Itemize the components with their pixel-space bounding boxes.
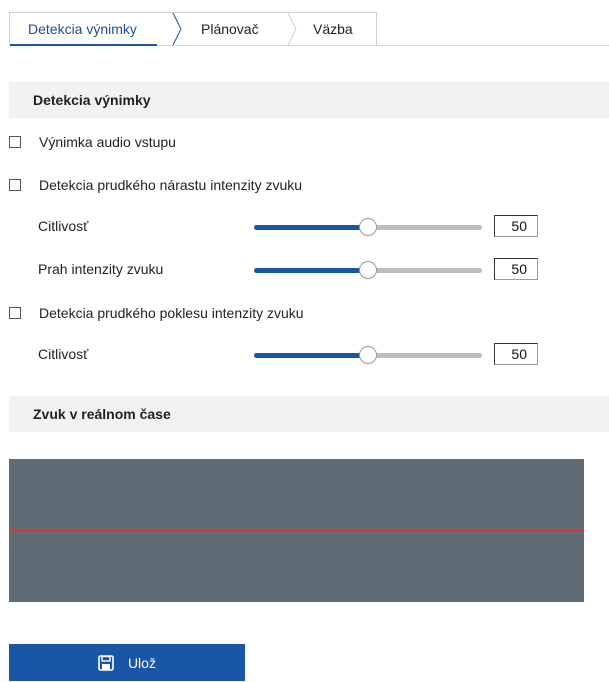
tab-linkage[interactable]: Väzba [313, 13, 353, 45]
slider-fill [254, 268, 368, 273]
slider-row-increase-sensitivity: Citlivosť 50 [38, 215, 598, 239]
section-header-realtime-audio: Zvuk v reálnom čase [9, 396, 609, 432]
sudden-decrease-checkbox[interactable] [9, 307, 21, 319]
tab-bar: Detekcia výnimky Plánovač Väzba [9, 12, 377, 46]
slider-handle[interactable] [359, 218, 377, 236]
save-button-label: Ulož [127, 654, 156, 671]
slider-fill [254, 353, 368, 358]
increase-sensitivity-value[interactable]: 50 [494, 215, 538, 237]
audio-input-exception-label: Výnimka audio vstupu [39, 134, 176, 150]
audio-input-exception-checkbox[interactable] [9, 136, 21, 148]
floppy-disk-icon [98, 655, 114, 672]
decrease-sensitivity-slider[interactable] [254, 346, 482, 364]
slider-row-increase-threshold: Prah intenzity zvuku 50 [38, 258, 598, 282]
audio-level-line [9, 530, 584, 531]
increase-threshold-label: Prah intenzity zvuku [38, 261, 164, 277]
sudden-increase-checkbox[interactable] [9, 179, 21, 191]
increase-threshold-value[interactable]: 50 [494, 258, 538, 280]
decrease-sensitivity-label: Citlivosť [38, 346, 89, 362]
slider-handle[interactable] [359, 346, 377, 364]
increase-threshold-slider[interactable] [254, 261, 482, 279]
tab-strip: Detekcia výnimky Plánovač Väzba [9, 12, 609, 46]
tab-separator-chevron-icon [287, 13, 297, 45]
slider-fill [254, 225, 368, 230]
realtime-audio-graph [9, 459, 584, 602]
tab-separator-chevron-icon [172, 13, 182, 45]
save-button[interactable]: Ulož [9, 644, 245, 681]
sudden-decrease-label: Detekcia prudkého poklesu intenzity zvuk… [39, 305, 304, 321]
tab-exception-detection[interactable]: Detekcia výnimky [10, 13, 157, 46]
sudden-increase-label: Detekcia prudkého nárastu intenzity zvuk… [39, 177, 303, 193]
increase-sensitivity-label: Citlivosť [38, 218, 89, 234]
slider-row-decrease-sensitivity: Citlivosť 50 [38, 343, 598, 367]
increase-sensitivity-slider[interactable] [254, 218, 482, 236]
section-header-exception-detection: Detekcia výnimky [9, 82, 609, 118]
decrease-sensitivity-value[interactable]: 50 [494, 343, 538, 365]
tab-scheduler[interactable]: Plánovač [201, 13, 259, 45]
slider-handle[interactable] [359, 261, 377, 279]
